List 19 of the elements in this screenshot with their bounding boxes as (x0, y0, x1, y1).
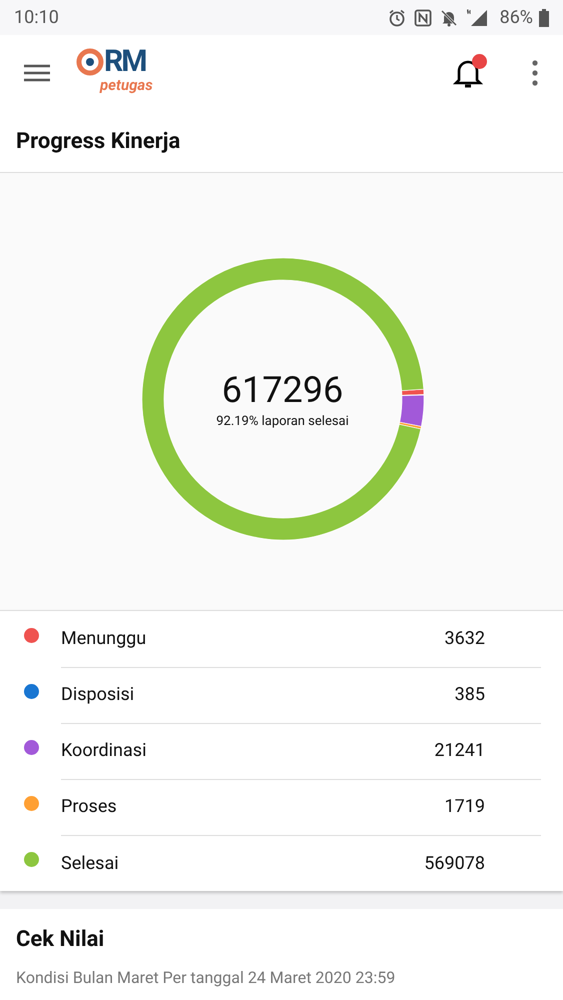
total-count: 617296 (222, 370, 344, 410)
logo-text: RM (104, 46, 146, 76)
status-label: Koordinasi (61, 740, 146, 761)
status-label: Selesai (61, 852, 119, 874)
donut-caption: 92.19% laporan selesai (216, 414, 349, 428)
section-title: Progress Kinerja (16, 128, 180, 154)
status-count: 569078 (424, 852, 485, 874)
status-label: Disposisi (61, 684, 134, 705)
status-count: 21241 (434, 740, 485, 761)
status-count: 385 (454, 684, 485, 705)
logo-subtitle: petugas (100, 76, 153, 92)
status-count: 3632 (444, 628, 485, 649)
card-subtitle: Kondisi Bulan Maret Per tanggal 24 Maret 2020 23:59 (16, 968, 396, 987)
status-label: Proses (61, 796, 117, 817)
status-label: Menunggu (61, 628, 146, 649)
status-count: 1719 (444, 796, 485, 817)
battery-percent: 86% (500, 7, 533, 28)
card-title: Cek Nilai (16, 927, 106, 952)
clock-time: 10:10 (14, 7, 60, 28)
